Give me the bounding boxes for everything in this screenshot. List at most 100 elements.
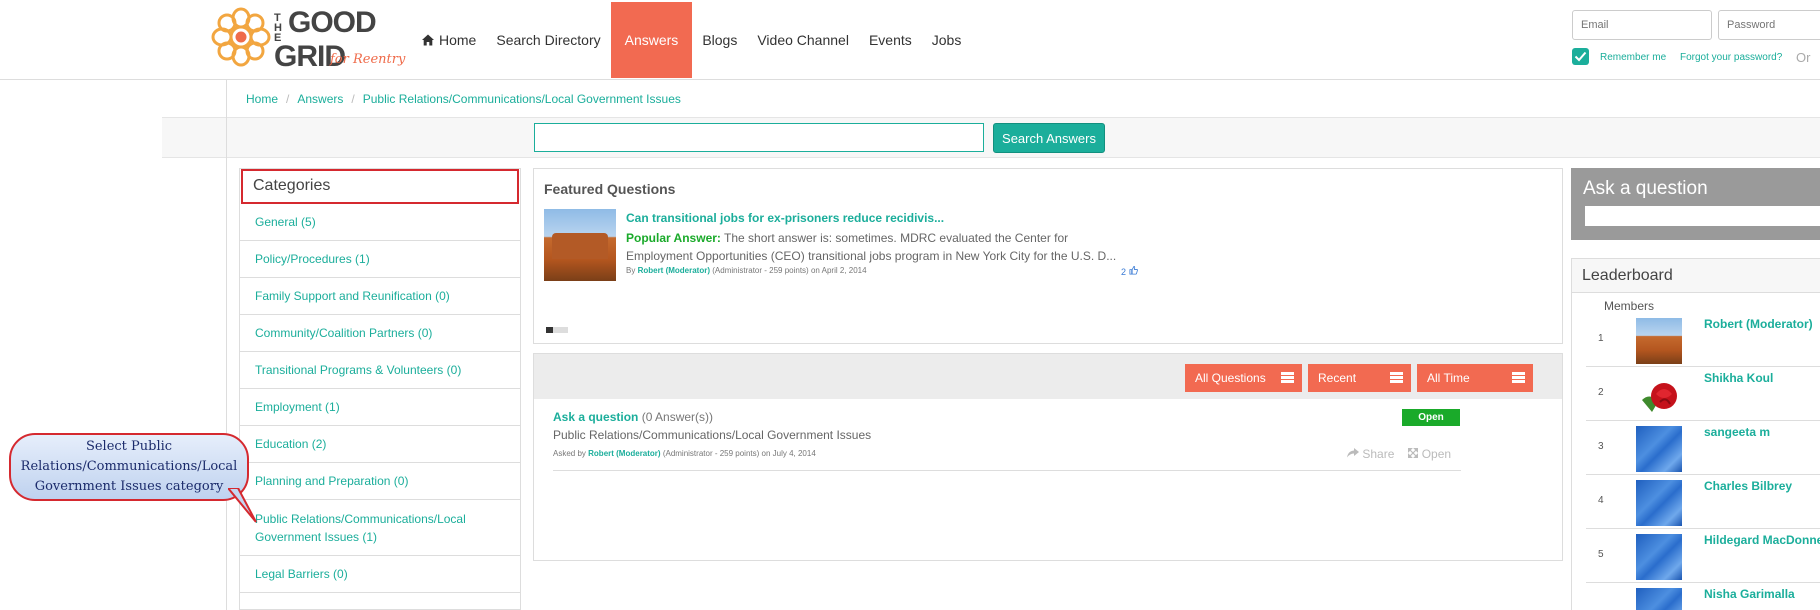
ask-question-box: Ask a question: [1571, 168, 1820, 240]
category-item[interactable]: Employment (1): [240, 389, 520, 426]
question-author-link[interactable]: Robert (Moderator): [588, 449, 660, 458]
nav-events[interactable]: Events: [859, 2, 922, 78]
by-prefix: By: [626, 266, 638, 275]
leaderboard-title: Leaderboard: [1572, 259, 1820, 293]
top-navigation-bar: THE GOOD GRID for Reentry Home Search Di…: [0, 0, 1820, 80]
category-item[interactable]: Transitional Programs & Volunteers (0): [240, 352, 520, 389]
share-button[interactable]: Share: [1347, 447, 1394, 461]
share-label: Share: [1362, 447, 1395, 461]
search-answers-button[interactable]: Search Answers: [993, 123, 1105, 153]
popular-answer-label: Popular Answer:: [626, 231, 721, 245]
expand-icon: [1407, 447, 1419, 459]
divider: [553, 470, 1461, 471]
flower-logo-icon: [211, 7, 271, 67]
nav-video-channel[interactable]: Video Channel: [747, 2, 859, 78]
carousel-indicator[interactable]: [546, 327, 568, 333]
recent-filter[interactable]: Recent: [1308, 364, 1411, 392]
nav-label: Answers: [624, 32, 679, 48]
answer-count: (0 Answer(s)): [638, 410, 714, 424]
breadcrumb-home[interactable]: Home: [246, 92, 278, 106]
leaderboard-row: 5 Hildegard MacDonnell: [1586, 529, 1820, 583]
forgot-password-link[interactable]: Forgot your password?: [1680, 52, 1782, 63]
category-item[interactable]: Family Support and Reunification (0): [240, 278, 520, 315]
likes-number: 2: [1121, 267, 1127, 277]
filter-label: Recent: [1318, 371, 1357, 385]
category-item-public-relations[interactable]: Public Relations/Communications/Local Go…: [240, 500, 520, 556]
all-time-filter[interactable]: All Time: [1417, 364, 1533, 392]
categories-panel: Categories General (5) Policy/Procedures…: [239, 168, 521, 610]
menu-icon: [1512, 372, 1525, 383]
breadcrumb-current[interactable]: Public Relations/Communications/Local Go…: [363, 92, 681, 106]
page: THE GOOD GRID for Reentry Home Search Di…: [0, 0, 1820, 610]
search-answers-input[interactable]: [534, 123, 984, 152]
password-field[interactable]: [1718, 10, 1820, 40]
asked-meta: (Administrator - 259 points) on July 4, …: [660, 449, 816, 458]
avatar[interactable]: [1636, 534, 1682, 580]
breadcrumb: Home / Answers / Public Relations/Commun…: [246, 92, 843, 106]
category-item[interactable]: General (5): [240, 204, 520, 241]
featured-byline: By Robert (Moderator) (Administrator - 2…: [626, 266, 867, 275]
member-name-link[interactable]: sangeeta m: [1704, 425, 1770, 439]
likes-count[interactable]: 2: [1121, 266, 1138, 277]
nav-jobs[interactable]: Jobs: [922, 2, 972, 78]
nav-label: Video Channel: [757, 32, 849, 48]
member-rank: 2: [1598, 387, 1604, 398]
ask-question-title: Ask a question: [1583, 178, 1708, 199]
ask-question-input[interactable]: [1585, 206, 1820, 226]
question-actions: Share Open: [1347, 447, 1451, 461]
member-name-link[interactable]: Hildegard MacDonnell: [1704, 533, 1820, 547]
category-item[interactable]: Planning and Preparation (0): [240, 463, 520, 500]
divider: [226, 80, 227, 610]
main-nav: Home Search Directory Answers Blogs Vide…: [412, 2, 971, 78]
questions-panel: All Questions Recent All Time Ask a ques…: [533, 353, 1563, 561]
featured-question-link[interactable]: Can transitional jobs for ex-prisoners r…: [626, 211, 944, 225]
category-item[interactable]: Legal Barriers (0): [240, 556, 520, 593]
featured-author-link[interactable]: Robert (Moderator): [638, 266, 710, 275]
leaderboard-subtitle: Members: [1604, 299, 1655, 313]
site-logo[interactable]: THE GOOD GRID for Reentry: [210, 4, 410, 73]
member-name-link[interactable]: Charles Bilbrey: [1704, 479, 1792, 493]
avatar[interactable]: [1636, 426, 1682, 472]
nav-answers[interactable]: Answers: [610, 2, 693, 78]
breadcrumb-answers[interactable]: Answers: [297, 92, 343, 106]
member-name-link[interactable]: Nisha Garimalla: [1704, 587, 1795, 601]
member-rank: 3: [1598, 441, 1604, 452]
asked-prefix: Asked by: [553, 449, 589, 458]
member-name-link[interactable]: Robert (Moderator): [1704, 317, 1813, 331]
email-field[interactable]: [1572, 10, 1712, 40]
avatar[interactable]: [1636, 480, 1682, 526]
or-label: Or: [1796, 50, 1811, 65]
category-item[interactable]: Community/Coalition Partners (0): [240, 315, 520, 352]
menu-icon: [1281, 372, 1294, 383]
leaderboard-panel: Leaderboard Members 1 Robert (Moderator)…: [1571, 258, 1820, 610]
callout-pointer: [228, 488, 257, 523]
nav-label: Jobs: [931, 32, 962, 48]
nav-label: Events: [868, 32, 912, 48]
remember-me-label: Remember me: [1600, 52, 1667, 63]
avatar[interactable]: [1636, 318, 1682, 364]
open-button[interactable]: Open: [1407, 447, 1451, 461]
rose-image-icon: [1642, 383, 1677, 412]
question-link[interactable]: Ask a question: [553, 410, 638, 424]
member-name-link[interactable]: Shikha Koul: [1704, 371, 1773, 385]
avatar[interactable]: [1636, 372, 1682, 418]
nav-home[interactable]: Home: [412, 2, 486, 78]
leaderboard-row: 3 sangeeta m: [1586, 421, 1820, 475]
leaderboard-row: 2 Shikha Koul: [1586, 367, 1820, 421]
leaderboard-row: 1 Robert (Moderator): [1586, 313, 1820, 367]
all-questions-filter[interactable]: All Questions: [1185, 364, 1302, 392]
question-byline: Asked by Robert (Moderator) (Administrat…: [553, 449, 816, 458]
logo-good-text: GOOD: [288, 6, 377, 39]
nav-search-directory[interactable]: Search Directory: [486, 2, 610, 78]
home-icon: [422, 34, 434, 46]
avatar[interactable]: [1636, 588, 1682, 610]
category-item[interactable]: Education (2): [240, 426, 520, 463]
nav-label: Blogs: [702, 32, 738, 48]
featured-thumbnail[interactable]: [544, 209, 616, 281]
search-band: [162, 118, 1820, 158]
nav-blogs[interactable]: Blogs: [692, 2, 747, 78]
featured-answer: Popular Answer: The short answer is: som…: [626, 229, 1126, 265]
category-item[interactable]: Policy/Procedures (1): [240, 241, 520, 278]
remember-me-checkbox[interactable]: [1572, 48, 1589, 65]
member-rank: 4: [1598, 495, 1604, 506]
